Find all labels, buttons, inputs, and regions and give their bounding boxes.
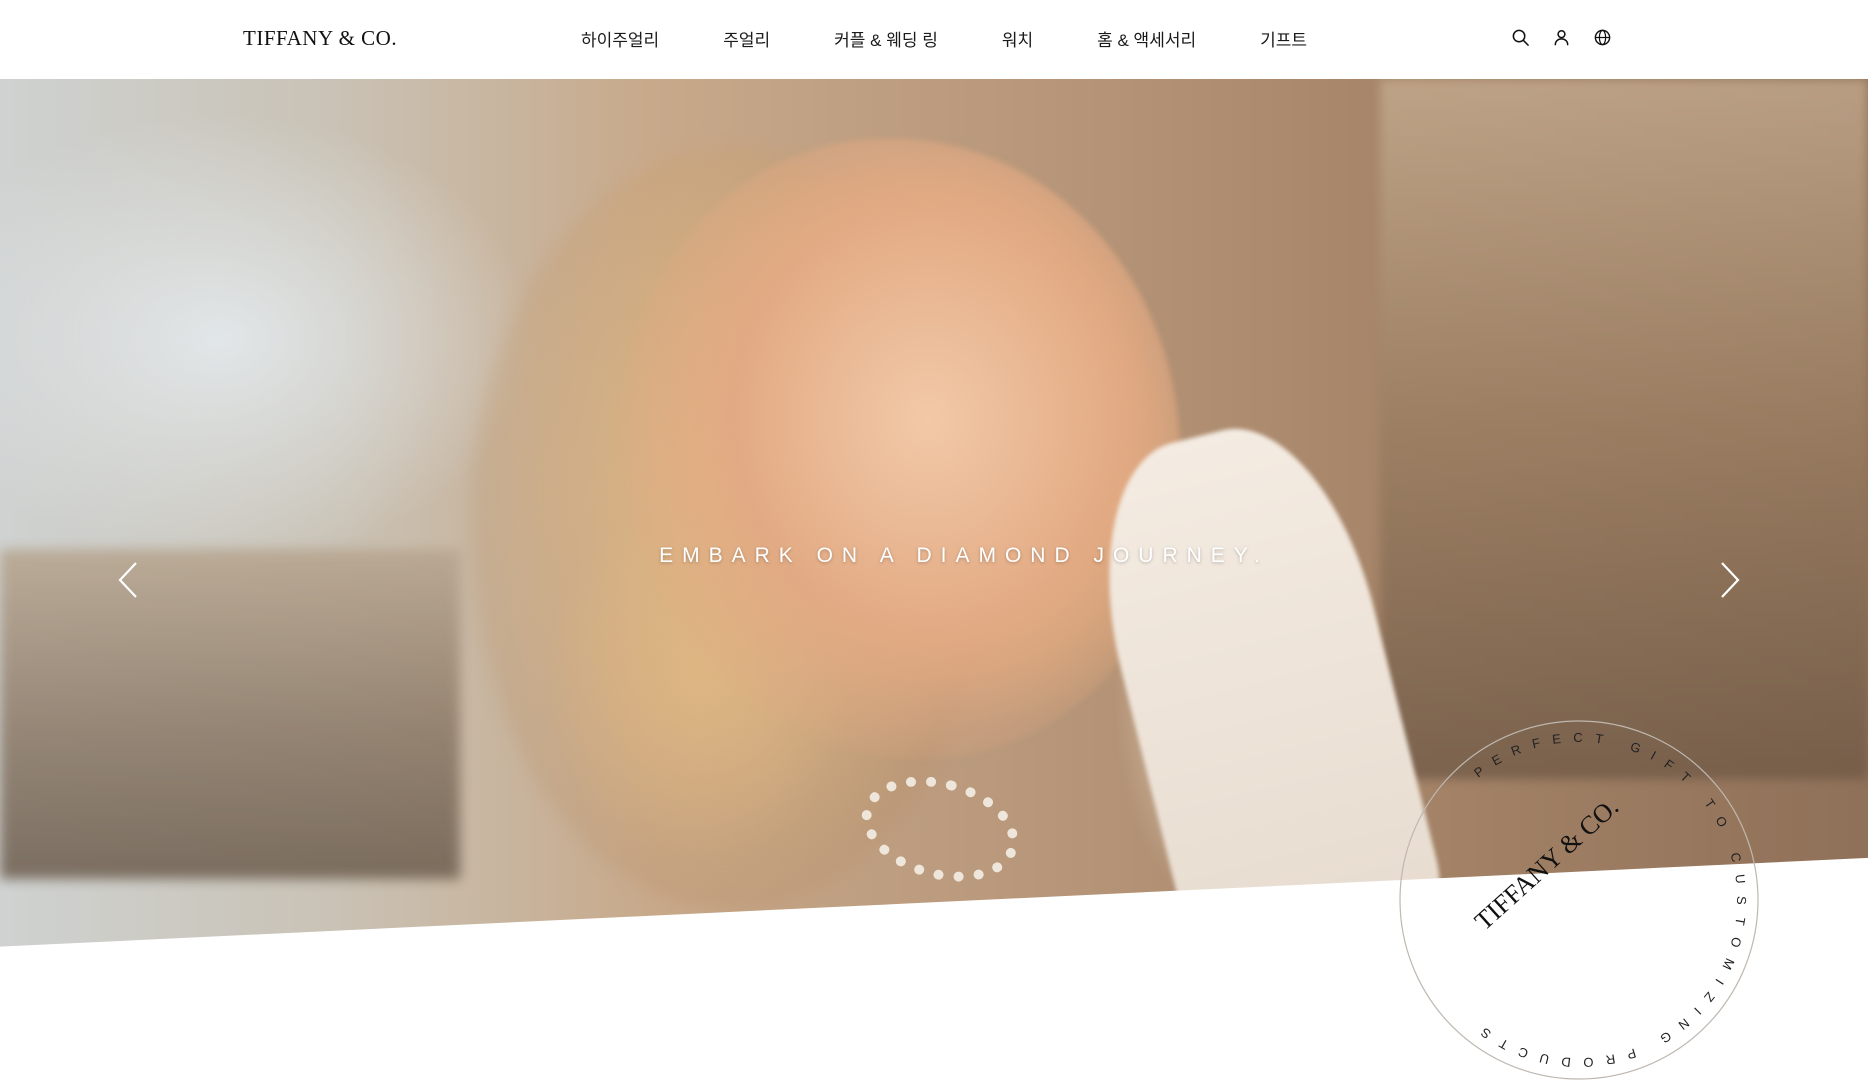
nav-item-couple-wedding-rings[interactable]: 커플 & 웨딩 링 bbox=[834, 26, 938, 51]
header-icons bbox=[1511, 28, 1612, 47]
hero-background-building bbox=[1380, 79, 1868, 779]
nav-item-watches[interactable]: 워치 bbox=[1002, 26, 1033, 51]
chevron-right-icon[interactable] bbox=[1712, 557, 1748, 603]
gift-badge[interactable]: PERFECT GIFT TO CUSTOMIZING PRODUCTS TIF… bbox=[1399, 720, 1759, 1080]
logo[interactable]: TIFFANY & CO. bbox=[243, 26, 397, 51]
main-nav: 하이주얼리 주얼리 커플 & 웨딩 링 워치 홈 & 액세서리 기프트 bbox=[581, 26, 1307, 51]
nav-item-home-accessories[interactable]: 홈 & 액세서리 bbox=[1097, 26, 1196, 51]
badge-logo: TIFFANY & CO. bbox=[1469, 792, 1624, 936]
hero-caption: EMBARK ON A DIAMOND JOURNEY. bbox=[659, 544, 1269, 567]
chevron-left-icon[interactable] bbox=[110, 557, 146, 603]
search-icon[interactable] bbox=[1511, 28, 1530, 47]
hero-background-building bbox=[0, 549, 460, 879]
nav-item-gifts[interactable]: 기프트 bbox=[1260, 26, 1307, 51]
nav-item-jewelry[interactable]: 주얼리 bbox=[723, 26, 770, 51]
site-header: TIFFANY & CO. 하이주얼리 주얼리 커플 & 웨딩 링 워치 홈 &… bbox=[0, 0, 1868, 79]
account-icon[interactable] bbox=[1552, 28, 1571, 47]
nav-item-high-jewelry[interactable]: 하이주얼리 bbox=[581, 26, 659, 51]
globe-icon[interactable] bbox=[1593, 28, 1612, 47]
